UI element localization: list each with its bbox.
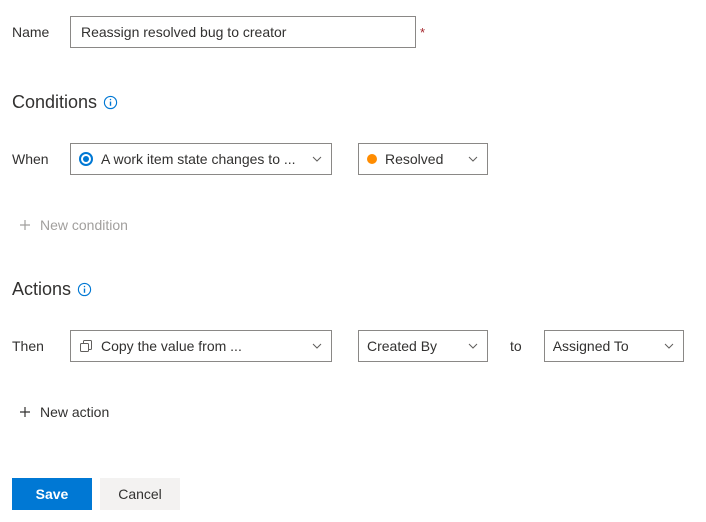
actions-heading: Actions [12, 279, 694, 300]
chevron-down-icon [311, 341, 323, 351]
action-dropdown[interactable]: Copy the value from ... [70, 330, 332, 362]
conditions-heading-text: Conditions [12, 92, 97, 113]
chevron-down-icon [663, 341, 675, 351]
when-row: When A work item state changes to ... Re… [12, 143, 694, 175]
trigger-dropdown[interactable]: A work item state changes to ... [70, 143, 332, 175]
name-row: Name * [12, 16, 694, 48]
from-field-label: Created By [367, 338, 437, 354]
new-action-label: New action [40, 404, 109, 420]
save-button[interactable]: Save [12, 478, 92, 510]
new-action-button[interactable]: New action [18, 404, 694, 420]
info-icon[interactable] [103, 95, 118, 110]
chevron-down-icon [467, 154, 479, 164]
action-dropdown-label: Copy the value from ... [101, 338, 242, 354]
state-dropdown[interactable]: Resolved [358, 143, 488, 175]
conditions-heading: Conditions [12, 92, 694, 113]
new-condition-button[interactable]: New condition [18, 217, 694, 233]
name-input[interactable] [81, 24, 405, 40]
chevron-down-icon [311, 154, 323, 164]
then-label: Then [12, 338, 70, 354]
plus-icon [18, 218, 32, 232]
from-field-dropdown[interactable]: Created By [358, 330, 488, 362]
info-icon[interactable] [77, 282, 92, 297]
footer: Save Cancel [12, 478, 694, 510]
plus-icon [18, 405, 32, 419]
name-label: Name [12, 24, 70, 40]
to-field-dropdown[interactable]: Assigned To [544, 330, 684, 362]
required-star: * [420, 25, 425, 40]
trigger-dropdown-label: A work item state changes to ... [101, 151, 296, 167]
new-condition-label: New condition [40, 217, 128, 233]
state-dropdown-label: Resolved [385, 151, 443, 167]
copy-icon [79, 339, 93, 353]
state-color-dot [367, 154, 377, 164]
then-row: Then Copy the value from ... Created By [12, 330, 694, 362]
when-label: When [12, 151, 70, 167]
actions-heading-text: Actions [12, 279, 71, 300]
name-input-wrapper [70, 16, 416, 48]
to-field-label: Assigned To [553, 338, 629, 354]
radio-icon [79, 152, 93, 166]
chevron-down-icon [467, 341, 479, 351]
cancel-button[interactable]: Cancel [100, 478, 180, 510]
to-label: to [510, 338, 522, 354]
